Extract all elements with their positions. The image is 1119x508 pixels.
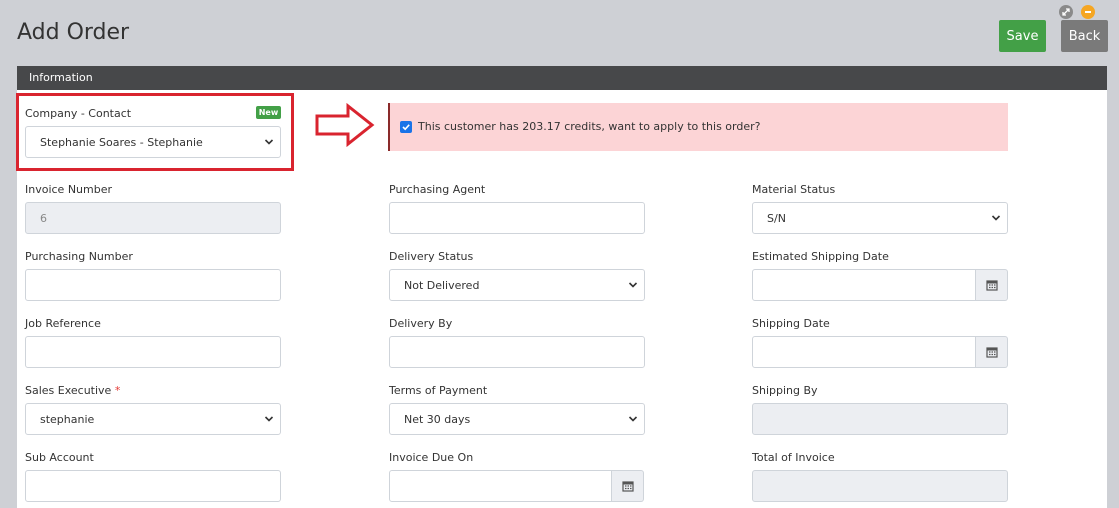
page-title: Add Order	[17, 20, 130, 45]
chevron-down-icon	[628, 416, 638, 422]
apply-credits-checkbox[interactable]	[400, 121, 412, 133]
material-status-label: Material Status	[752, 183, 836, 196]
terms-of-payment-label: Terms of Payment	[389, 384, 488, 397]
calendar-icon	[985, 347, 998, 358]
delivery-status-select[interactable]: Not Delivered	[389, 269, 645, 301]
invoice-due-on-calendar-button[interactable]	[612, 470, 644, 502]
right-arrow-icon	[315, 103, 375, 147]
checkbox-checked-icon	[402, 124, 410, 131]
sub-account-label: Sub Account	[25, 451, 94, 464]
total-of-invoice-field	[752, 470, 1008, 502]
save-button[interactable]: Save	[999, 20, 1046, 52]
calendar-icon	[621, 481, 634, 492]
shipping-by-field	[752, 403, 1008, 435]
invoice-due-on-input[interactable]	[389, 470, 612, 502]
expand-icon[interactable]	[1059, 5, 1073, 19]
invoice-number-label: Invoice Number	[25, 183, 113, 196]
required-mark: *	[114, 384, 121, 397]
sales-executive-label: Sales Executive *	[25, 384, 121, 397]
delivery-by-label: Delivery By	[389, 317, 453, 330]
estimated-shipping-date-calendar-button[interactable]	[976, 269, 1008, 301]
delivery-by-input[interactable]	[389, 336, 645, 368]
chevron-down-icon	[628, 282, 638, 288]
panel-header: Information	[17, 66, 1107, 90]
chevron-down-icon	[991, 215, 1001, 221]
terms-of-payment-select[interactable]: Net 30 days	[389, 403, 645, 435]
estimated-shipping-date-input[interactable]	[752, 269, 976, 301]
collapse-icon[interactable]	[1081, 5, 1095, 19]
shipping-date-input[interactable]	[752, 336, 976, 368]
calendar-icon	[985, 280, 998, 291]
credits-alert: This customer has 203.17 credits, want t…	[388, 103, 1008, 151]
purchasing-agent-input[interactable]	[389, 202, 645, 234]
material-status-select[interactable]: S/N	[752, 202, 1008, 234]
invoice-number-field: 6	[25, 202, 281, 234]
chevron-down-icon	[264, 139, 274, 145]
credits-alert-text: This customer has 203.17 credits, want t…	[418, 120, 761, 133]
invoice-due-on-label: Invoice Due On	[389, 451, 474, 464]
estimated-shipping-date-label: Estimated Shipping Date	[752, 250, 889, 263]
purchasing-number-label: Purchasing Number	[25, 250, 133, 263]
shipping-date-calendar-button[interactable]	[976, 336, 1008, 368]
company-contact-label: Company - Contact	[25, 107, 132, 120]
shipping-by-label: Shipping By	[752, 384, 818, 397]
chevron-down-icon	[264, 416, 274, 422]
sales-executive-select[interactable]: stephanie	[25, 403, 281, 435]
purchasing-agent-label: Purchasing Agent	[389, 183, 486, 196]
delivery-status-label: Delivery Status	[389, 250, 474, 263]
total-of-invoice-label: Total of Invoice	[752, 451, 835, 464]
shipping-date-label: Shipping Date	[752, 317, 830, 330]
sub-account-input[interactable]	[25, 470, 281, 502]
job-reference-label: Job Reference	[25, 317, 101, 330]
job-reference-input[interactable]	[25, 336, 281, 368]
company-contact-select[interactable]: Stephanie Soares - Stephanie	[25, 126, 281, 158]
purchasing-number-input[interactable]	[25, 269, 281, 301]
back-button[interactable]: Back	[1061, 20, 1108, 52]
panel-title: Information	[29, 71, 93, 84]
new-badge[interactable]: New	[256, 106, 281, 119]
